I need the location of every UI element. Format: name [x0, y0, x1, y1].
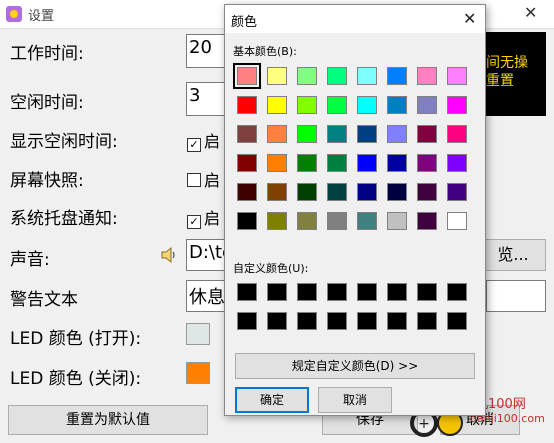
sound-path-input[interactable]: D:\tc	[186, 239, 226, 271]
preview-text-line1: 间无操	[486, 55, 528, 71]
custom-color-swatch-1-4[interactable]	[357, 312, 377, 330]
custom-color-swatch-1-3[interactable]	[327, 312, 347, 330]
app-icon	[6, 6, 22, 22]
tray-check-label: 启	[204, 209, 221, 228]
screenshot-label: 屏幕快照:	[10, 171, 84, 191]
window-title: 设置	[28, 9, 55, 24]
custom-colors-grid	[225, 5, 485, 345]
show-idle-check-label: 启	[204, 132, 221, 151]
custom-color-swatch-0-7[interactable]	[447, 283, 467, 301]
warning-text-label: 警告文本	[10, 290, 78, 310]
custom-color-swatch-0-4[interactable]	[357, 283, 377, 301]
custom-color-swatch-1-1[interactable]	[267, 312, 287, 330]
checkbox-unchecked-icon	[187, 173, 201, 187]
tray-notify-checkbox[interactable]: ✓ 启	[187, 205, 220, 229]
warning-text-input-tail[interactable]	[486, 280, 546, 312]
svg-text:+: +	[418, 416, 430, 432]
show-idle-checkbox[interactable]: ✓ 启	[187, 128, 220, 152]
led-off-label: LED 颜色 (关闭):	[10, 369, 142, 389]
browse-button[interactable]: 览...	[480, 239, 546, 271]
custom-color-swatch-1-6[interactable]	[417, 312, 437, 330]
led-preview-panel: 间无操 重置	[478, 32, 546, 116]
custom-color-swatch-1-0[interactable]	[237, 312, 257, 330]
preview-text-line2: 重置	[486, 73, 514, 89]
screenshot-checkbox[interactable]: 启	[187, 167, 220, 191]
tray-notify-label: 系统托盘通知:	[10, 209, 118, 229]
custom-color-swatch-1-2[interactable]	[297, 312, 317, 330]
work-time-input[interactable]: 20	[186, 34, 226, 68]
custom-color-swatch-1-5[interactable]	[387, 312, 407, 330]
idle-time-label: 空闲时间:	[10, 93, 84, 113]
led-on-color-swatch[interactable]	[186, 323, 210, 345]
led-off-color-swatch[interactable]	[186, 362, 210, 384]
custom-color-swatch-0-3[interactable]	[327, 283, 347, 301]
custom-color-swatch-0-2[interactable]	[297, 283, 317, 301]
warning-text-input[interactable]: 休息	[186, 280, 226, 312]
color-dialog: 颜色 ✕ 基本颜色(B): 自定义颜色(U): 规定自定义颜色(D) >> 确定…	[224, 4, 486, 416]
idle-time-input[interactable]: 3	[186, 82, 226, 116]
custom-color-swatch-0-6[interactable]	[417, 283, 437, 301]
dialog-cancel-button[interactable]: 取消	[318, 387, 392, 413]
work-time-label: 工作时间:	[10, 44, 84, 64]
checkbox-checked-icon: ✓	[187, 138, 201, 152]
screenshot-check-label: 启	[204, 171, 221, 190]
ok-button[interactable]: 确定	[235, 387, 309, 413]
close-icon[interactable]: ✕	[524, 3, 537, 22]
speaker-icon[interactable]	[160, 246, 178, 264]
custom-color-swatch-0-1[interactable]	[267, 283, 287, 301]
define-custom-colors-button[interactable]: 规定自定义颜色(D) >>	[235, 353, 475, 379]
led-on-label: LED 颜色 (打开):	[10, 329, 142, 349]
sound-label: 声音:	[10, 250, 50, 270]
show-idle-label: 显示空闲时间:	[10, 132, 118, 152]
custom-color-swatch-1-7[interactable]	[447, 312, 467, 330]
checkbox-checked-icon: ✓	[187, 215, 201, 229]
custom-color-swatch-0-5[interactable]	[387, 283, 407, 301]
reset-defaults-button[interactable]: 重置为默认值	[8, 405, 208, 435]
custom-color-swatch-0-0[interactable]	[237, 283, 257, 301]
